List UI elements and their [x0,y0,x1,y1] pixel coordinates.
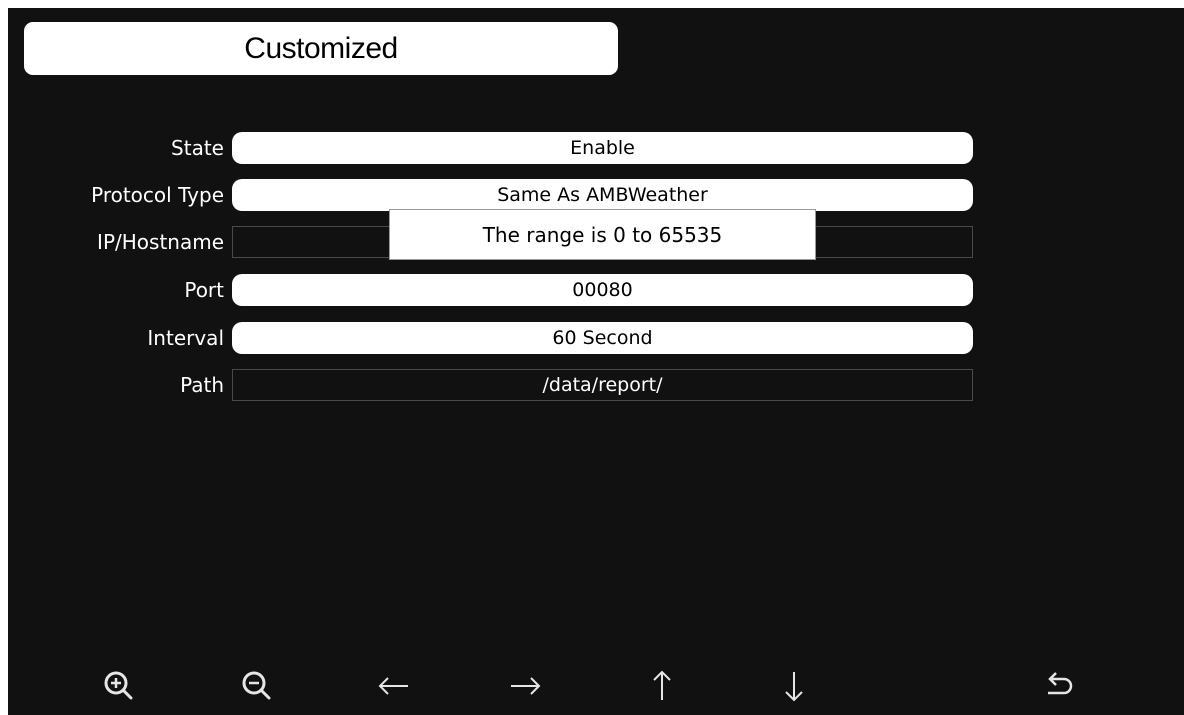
arrow-left-icon [378,677,408,695]
state-label: State [171,136,224,160]
return-button[interactable] [1035,663,1081,709]
interval-select[interactable]: 60 Second [232,322,973,354]
zoom-in-icon [104,671,133,700]
move-up-button[interactable] [639,663,685,709]
port-label: Port [184,278,224,302]
ip-hostname-label: IP/Hostname [97,230,224,254]
title-bar: Customized [24,22,618,75]
port-input[interactable]: 00080 [232,274,973,306]
return-icon [1048,672,1073,695]
state-select[interactable]: Enable [232,132,973,164]
range-tooltip: The range is 0 to 65535 [389,209,816,260]
move-left-button[interactable] [371,663,417,709]
settings-screen: Customized State Enable Protocol Type Sa… [8,8,1184,715]
arrow-down-icon [785,672,803,702]
path-label: Path [180,373,224,397]
path-input[interactable]: /data/report/ [232,369,973,401]
arrow-right-icon [511,677,541,695]
move-down-button[interactable] [771,663,817,709]
protocol-type-select[interactable]: Same As AMBWeather [232,179,973,211]
zoom-out-button[interactable] [234,663,280,709]
interval-label: Interval [147,326,224,350]
page-title: Customized [244,31,398,65]
zoom-in-button[interactable] [96,663,142,709]
move-right-button[interactable] [502,663,548,709]
zoom-out-icon [242,671,271,700]
protocol-type-label: Protocol Type [91,183,224,207]
arrow-up-icon [653,670,671,700]
